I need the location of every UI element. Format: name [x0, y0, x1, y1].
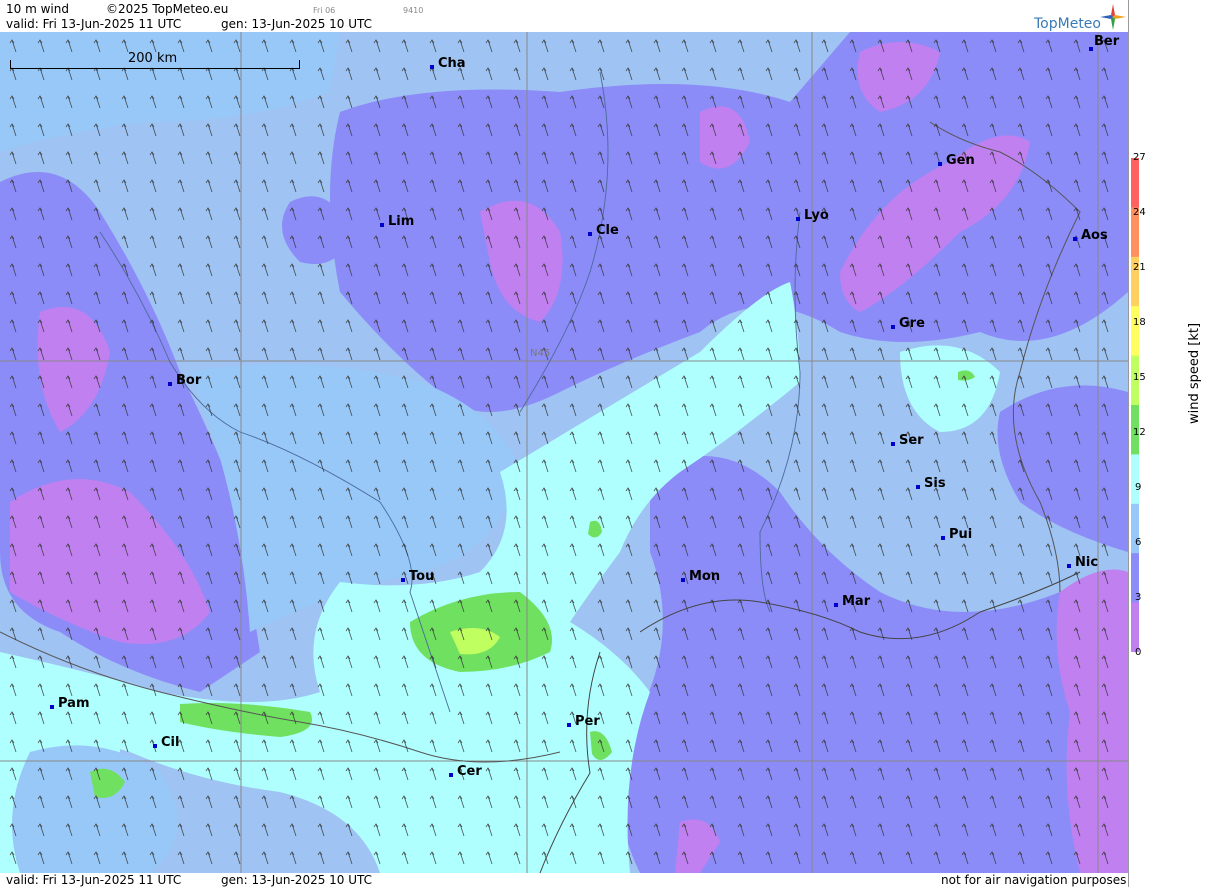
scale-label: 200 km	[128, 51, 178, 66]
valid-time: valid: Fri 13-Jun-2025 11 UTC	[6, 17, 182, 31]
copyright: ©2025 TopMeteo.eu	[106, 2, 229, 16]
city-label: Ser	[891, 434, 924, 448]
city-label: Cle	[588, 224, 619, 238]
legend-color-segment	[1131, 454, 1139, 505]
city-label: Per	[567, 715, 600, 729]
legend-color-segment	[1131, 602, 1139, 652]
latitude-label: N45	[530, 348, 551, 359]
legend-colorbar	[1131, 158, 1139, 652]
city-label: Mar	[834, 595, 870, 609]
code-label: 9410	[403, 6, 424, 15]
compass-star-icon	[1100, 4, 1126, 30]
city-label: Sis	[916, 477, 946, 491]
city-label: Cil	[153, 736, 179, 750]
generated-time: gen: 13-Jun-2025 10 UTC	[221, 17, 373, 31]
footer-valid-time: valid: Fri 13-Jun-2025 11 UTC	[6, 873, 182, 887]
wind-map[interactable]: 200 km N45 Cha Ber Gen Lim Cle Lyo Aos G…	[0, 32, 1128, 873]
legend-color-segment	[1131, 306, 1139, 357]
legend-tick: 9	[1135, 482, 1142, 493]
legend-tick: 15	[1133, 372, 1146, 383]
wind-speed-legend: 27 24 21 18 15 12 9 6 3 0	[1128, 0, 1219, 887]
topmeteo-logo: TopMeteo	[1034, 16, 1101, 32]
disclaimer: not for air navigation purposes	[941, 873, 1127, 887]
city-label: Pam	[50, 697, 90, 711]
city-label: Ber	[1089, 35, 1119, 51]
city-label: Lim	[380, 215, 414, 229]
legend-tick: 21	[1133, 262, 1146, 273]
legend-tick: 18	[1133, 317, 1146, 328]
city-label: Tou	[401, 570, 434, 584]
city-label: Mon	[681, 570, 720, 584]
city-label: Gre	[891, 317, 925, 331]
footer: valid: Fri 13-Jun-2025 11 UTC gen: 13-Ju…	[0, 873, 1128, 887]
legend-tick: 24	[1133, 207, 1146, 218]
legend-tick: 12	[1133, 427, 1146, 438]
city-label: Cer	[449, 765, 482, 779]
legend-title: wind speed [kt]	[1187, 322, 1202, 424]
city-label: Aos	[1073, 229, 1108, 243]
city-label: Bor	[168, 374, 201, 388]
day-label: Fri 06	[313, 6, 336, 15]
city-label: Lyo	[796, 209, 829, 223]
city-label: Gen	[938, 154, 975, 168]
legend-tick: 27	[1133, 152, 1146, 163]
city-label: Cha	[430, 57, 466, 71]
city-label: Nic	[1067, 556, 1098, 570]
product-title: 10 m wind	[6, 2, 69, 16]
legend-color-segment	[1131, 158, 1139, 208]
legend-tick: 6	[1135, 537, 1142, 548]
city-label: Pui	[941, 528, 972, 542]
legend-tick: 3	[1135, 592, 1142, 603]
legend-tick: 0	[1135, 647, 1142, 658]
footer-generated-time: gen: 13-Jun-2025 10 UTC	[221, 873, 373, 887]
